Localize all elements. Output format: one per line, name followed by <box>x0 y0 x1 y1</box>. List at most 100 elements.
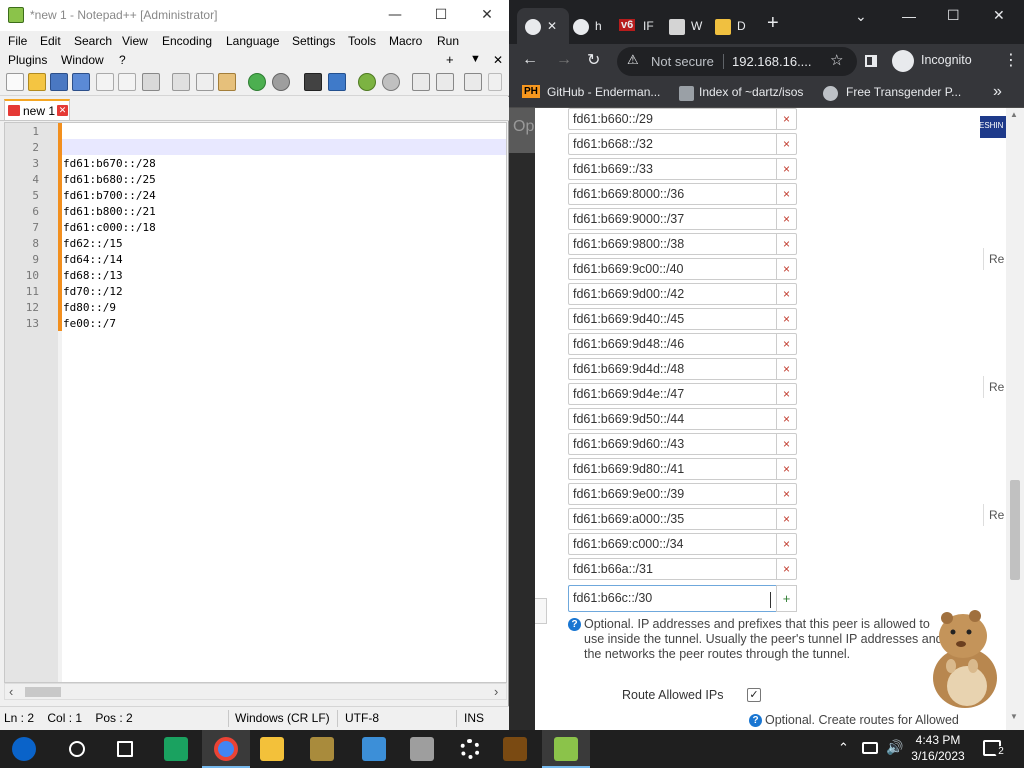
remove-ip-icon[interactable]: × <box>776 558 797 580</box>
allowed-ip-input[interactable]: fd61:b669:9d00::/42 <box>568 283 777 305</box>
taskbar-app-installer[interactable] <box>398 730 446 768</box>
allowed-ip-input[interactable]: fd61:b669:9d4e::/47 <box>568 383 777 405</box>
taskbar-app-recorder[interactable] <box>491 730 539 768</box>
notepadpp-titlebar[interactable]: *new 1 - Notepad++ [Administrator] — ☐ ✕ <box>0 0 509 31</box>
allowed-ip-input[interactable]: fd61:b669:9d48::/46 <box>568 333 777 355</box>
menu-settings[interactable]: Settings <box>292 34 335 48</box>
allowed-ip-input[interactable]: fd61:b660::/29 <box>568 108 777 130</box>
chrome-tab[interactable]: D <box>709 8 751 44</box>
chrome-tab[interactable]: h <box>571 8 607 44</box>
task-view-button[interactable] <box>101 730 149 768</box>
menu-view[interactable]: View <box>122 34 148 48</box>
allowed-ip-input[interactable]: fd61:b669:c000::/34 <box>568 533 777 555</box>
taskbar-app-settings[interactable] <box>446 730 494 768</box>
forward-icon[interactable]: → <box>556 51 572 69</box>
scroll-right-icon[interactable]: › <box>494 684 498 699</box>
menu-macro[interactable]: Macro <box>389 34 422 48</box>
allowed-ip-input[interactable]: fd61:b66a::/31 <box>568 558 777 580</box>
menu-tools[interactable]: Tools <box>348 34 376 48</box>
side-panel-icon[interactable] <box>865 55 877 67</box>
tab-close-icon[interactable]: ✕ <box>547 19 557 33</box>
taskbar-app-explorer[interactable] <box>248 730 296 768</box>
volume-icon[interactable]: 🔊 <box>886 739 903 756</box>
allowed-ip-input[interactable]: fd61:b669::/33 <box>568 158 777 180</box>
save-all-icon[interactable] <box>72 73 90 91</box>
menu-language[interactable]: Language <box>226 34 279 48</box>
remove-ip-icon[interactable]: × <box>776 408 797 430</box>
replace-icon[interactable] <box>328 73 346 91</box>
dialog-side-button[interactable] <box>535 598 547 624</box>
paste-icon[interactable] <box>218 73 236 91</box>
remove-ip-icon[interactable]: × <box>776 508 797 530</box>
allowed-ip-input[interactable]: fd61:b669:9c00::/40 <box>568 258 777 280</box>
security-status[interactable]: Not secure <box>651 54 714 69</box>
allowed-ip-input[interactable]: fd61:b669:9d80::/41 <box>568 458 777 480</box>
remove-ip-icon[interactable]: × <box>776 258 797 280</box>
add-ip-icon[interactable]: + <box>776 585 797 612</box>
tab-close-icon[interactable]: ✕ <box>57 105 68 116</box>
remove-ip-icon[interactable]: × <box>776 458 797 480</box>
reload-icon[interactable]: ↻ <box>587 50 600 70</box>
new-file-icon[interactable] <box>6 73 24 91</box>
remove-ip-icon[interactable]: × <box>776 233 797 255</box>
url-text[interactable]: 192.168.16.... <box>732 54 812 69</box>
bookmark-github[interactable]: GitHub - Enderman... <box>547 85 660 99</box>
remove-ip-icon[interactable]: × <box>776 133 797 155</box>
allowed-ip-input[interactable]: fd61:b669:9d50::/44 <box>568 408 777 430</box>
tab-search-icon[interactable]: ⌄ <box>855 8 867 25</box>
new-allowed-ip-input[interactable]: fd61:b66c::/30 <box>568 585 777 612</box>
remove-ip-icon[interactable]: × <box>776 183 797 205</box>
allowed-ip-input[interactable]: fd61:b669:9d40::/45 <box>568 308 777 330</box>
remove-ip-icon[interactable]: × <box>776 108 797 130</box>
allowed-ip-input[interactable]: fd61:b668::/32 <box>568 133 777 155</box>
remove-ip-icon[interactable]: × <box>776 433 797 455</box>
remove-ip-icon[interactable]: × <box>776 383 797 405</box>
allowed-ip-input[interactable]: fd61:b669:9e00::/39 <box>568 483 777 505</box>
close-icon[interactable]: ✕ <box>464 0 510 31</box>
taskbar-app-notepadpp[interactable] <box>542 730 590 768</box>
allowed-ip-input[interactable]: fd61:b669:9d4d::/48 <box>568 358 777 380</box>
redo-icon[interactable] <box>272 73 290 91</box>
allowed-ip-input[interactable]: fd61:b669:8000::/36 <box>568 183 777 205</box>
remove-ip-icon[interactable]: × <box>776 333 797 355</box>
route-allowed-ips-checkbox[interactable]: ✓ <box>747 688 761 702</box>
remove-ip-icon[interactable]: × <box>776 158 797 180</box>
close-file-icon[interactable] <box>96 73 114 91</box>
scroll-down-icon[interactable]: ▼ <box>1010 712 1018 721</box>
remove-ip-icon[interactable]: × <box>776 208 797 230</box>
find-icon[interactable] <box>304 73 322 91</box>
search-button[interactable] <box>53 730 101 768</box>
toolbar-overflow-icon[interactable] <box>488 73 502 91</box>
profile-label[interactable]: Incognito <box>921 53 972 67</box>
print-icon[interactable] <box>142 73 160 91</box>
menu-run[interactable]: Run <box>437 34 459 48</box>
minimize-icon[interactable]: — <box>372 0 418 31</box>
network-icon[interactable] <box>862 742 878 754</box>
scroll-left-icon[interactable]: ‹ <box>9 684 13 699</box>
bookmarks-overflow-icon[interactable]: » <box>993 83 1002 101</box>
taskbar-app-sheets[interactable] <box>152 730 200 768</box>
bookmark-isos[interactable]: Index of ~dartz/isos <box>699 85 803 99</box>
taskbar-app-dosbox[interactable] <box>298 730 346 768</box>
chrome-tab-active[interactable]: ✕ <box>517 8 569 44</box>
remove-ip-icon[interactable]: × <box>776 283 797 305</box>
vertical-scrollbar[interactable]: ▲ ▼ <box>1006 108 1024 730</box>
remove-ip-icon[interactable]: × <box>776 483 797 505</box>
close-icon[interactable]: ✕ <box>993 7 1005 24</box>
remove-ip-icon[interactable]: × <box>776 308 797 330</box>
scrollbar-thumb[interactable] <box>25 687 61 697</box>
taskbar-app-chrome[interactable] <box>202 730 250 768</box>
bookmark-star-icon[interactable]: ☆ <box>830 51 843 69</box>
taskbar-app-network[interactable] <box>350 730 398 768</box>
save-icon[interactable] <box>50 73 68 91</box>
copy-icon[interactable] <box>196 73 214 91</box>
text-editor[interactable]: 1 2 3 4 5 6 7 8 9 10 11 12 13 fd61:b670:… <box>4 122 507 683</box>
incognito-icon[interactable] <box>892 50 914 72</box>
scrollbar-thumb[interactable] <box>1010 480 1020 580</box>
new-document-icon[interactable]: + <box>446 52 454 67</box>
menu-encoding[interactable]: Encoding <box>162 34 212 48</box>
zoom-out-icon[interactable] <box>382 73 400 91</box>
new-tab-button[interactable]: + <box>767 12 779 35</box>
allowed-ip-input[interactable]: fd61:b669:9d60::/43 <box>568 433 777 455</box>
sync-horizontal-icon[interactable] <box>436 73 454 91</box>
